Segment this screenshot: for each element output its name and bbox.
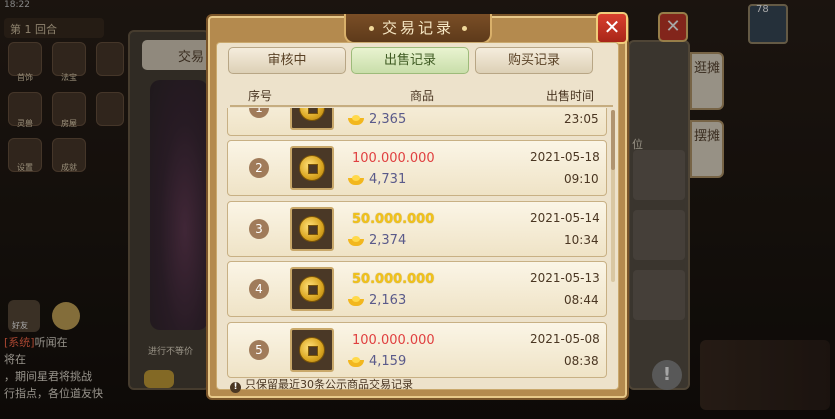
row-index-badge: 3 (249, 219, 269, 239)
copper-coin-icon (299, 276, 325, 302)
row-price: 4,159 (369, 354, 407, 369)
list-scrollbar[interactable] (611, 110, 615, 282)
tab-sales-records[interactable]: 出售记录 (351, 47, 469, 74)
footer-note-text: 只保留最近30条公示商品交易记录 (245, 378, 413, 391)
row-amount: 100.000.000 (352, 333, 435, 348)
table-row[interactable]: 2 100.000.000 4,731 2021-05-18 09:10 (227, 140, 607, 196)
row-date: 2021-05-18 (530, 150, 600, 164)
table-row[interactable]: 3 50.000.000 2,374 2021-05-14 10:34 (227, 201, 607, 257)
row-amount: 50.000.000 (352, 212, 435, 227)
table-row[interactable]: 1 2,365 23:05 (227, 108, 607, 136)
gold-ingot-icon (348, 296, 364, 307)
column-item: 商品 (410, 89, 435, 103)
item-slot[interactable] (290, 267, 334, 311)
tab-purchase-records[interactable]: 购买记录 (475, 47, 593, 74)
row-time: 08:44 (564, 293, 599, 307)
row-index-badge: 4 (249, 279, 269, 299)
row-date: 2021-05-14 (530, 211, 600, 225)
record-list[interactable]: 1 2,365 23:05 2 100.000.000 4,731 2021-0… (227, 108, 615, 380)
item-slot[interactable] (290, 146, 334, 190)
column-sale-time: 出售时间 (546, 89, 595, 103)
row-index-badge: 2 (249, 158, 269, 178)
table-header: 序号 商品 出售时间 (230, 86, 613, 106)
gold-ingot-icon (348, 175, 364, 186)
row-date: 2021-05-13 (530, 271, 600, 285)
row-price: 4,731 (369, 172, 407, 187)
row-time: 10:34 (564, 233, 599, 247)
copper-coin-icon (299, 108, 325, 121)
column-index: 序号 (248, 89, 273, 103)
row-date: 2021-05-08 (530, 332, 600, 346)
dialog-title: 交易记录 (344, 14, 492, 44)
table-row[interactable]: 5 100.000.000 4,159 2021-05-08 08:38 (227, 322, 607, 378)
dialog-title-text: 交易记录 (381, 19, 454, 37)
row-time: 08:38 (564, 354, 599, 368)
row-amount: 50.000.000 (352, 272, 435, 287)
row-time: 23:05 (564, 112, 599, 126)
row-price: 2,365 (369, 112, 407, 127)
row-time: 09:10 (564, 172, 599, 186)
ornament-dot-icon (462, 26, 467, 31)
gold-ingot-icon (348, 115, 364, 126)
gold-ingot-icon (348, 236, 364, 247)
footer-note: ! 只保留最近30条公示商品交易记录 (230, 376, 413, 393)
close-button[interactable]: ✕ (596, 12, 628, 44)
table-row[interactable]: 4 50.000.000 2,163 2021-05-13 08:44 (227, 261, 607, 317)
item-slot[interactable] (290, 108, 334, 130)
row-amount: 100.000.000 (352, 151, 435, 166)
warning-icon: ! (230, 382, 241, 393)
gold-ingot-icon (348, 357, 364, 368)
copper-coin-icon (299, 155, 325, 181)
row-index-badge: 1 (249, 108, 269, 118)
scrollbar-thumb[interactable] (611, 110, 615, 170)
row-index-badge: 5 (249, 340, 269, 360)
row-price: 2,163 (369, 293, 407, 308)
copper-coin-icon (299, 216, 325, 242)
trade-record-dialog: 交易记录 ✕ 审核中 出售记录 购买记录 序号 商品 出售时间 1 2,365 … (206, 12, 629, 400)
item-slot[interactable] (290, 207, 334, 251)
tab-pending-review[interactable]: 审核中 (228, 47, 346, 74)
row-price: 2,374 (369, 233, 407, 248)
ornament-dot-icon (368, 26, 374, 31)
item-slot[interactable] (290, 328, 334, 372)
header-divider (230, 105, 613, 107)
copper-coin-icon (299, 337, 325, 363)
